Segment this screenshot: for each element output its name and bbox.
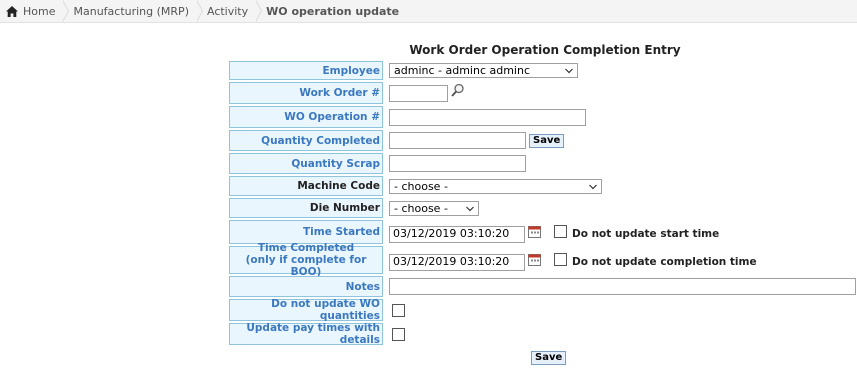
chevron-down-icon: [589, 184, 597, 189]
do-not-update-completion-checkbox[interactable]: [554, 253, 567, 266]
no-update-wo-qty-checkbox[interactable]: [392, 304, 405, 317]
update-pay-times-checkbox[interactable]: [392, 328, 405, 341]
time-completed-label-line1: Time Completed: [257, 242, 355, 254]
do-not-update-start-checkbox[interactable]: [554, 225, 567, 238]
save-button-inline[interactable]: Save: [529, 134, 565, 148]
wo-operation-input[interactable]: [389, 109, 586, 126]
die-number-select-value: - choose -: [394, 202, 448, 215]
chevron-down-icon: [466, 206, 474, 211]
employee-label: Employee: [229, 61, 383, 80]
breadcrumb: Home Manufacturing (MRP) Activity WO ope…: [0, 0, 857, 23]
breadcrumb-section[interactable]: Activity: [197, 0, 263, 22]
breadcrumb-module[interactable]: Manufacturing (MRP): [63, 0, 203, 22]
die-number-select[interactable]: - choose -: [389, 201, 479, 216]
time-completed-label-line2: (only if complete for BOO): [245, 254, 367, 278]
breadcrumb-home[interactable]: Home: [0, 0, 71, 22]
employee-select-value: adminc - adminc adminc: [394, 64, 531, 77]
quantity-scrap-label: Quantity Scrap: [229, 153, 383, 174]
chevron-down-icon: [565, 68, 573, 73]
work-order-label: Work Order #: [229, 82, 383, 104]
machine-code-select-value: - choose -: [394, 180, 448, 193]
breadcrumb-home-label: Home: [23, 4, 56, 18]
quantity-scrap-input[interactable]: [389, 155, 526, 172]
quantity-completed-input[interactable]: [389, 132, 526, 149]
notes-input[interactable]: [389, 278, 856, 295]
update-pay-times-label: Update pay times with details: [229, 322, 383, 346]
work-order-input[interactable]: [389, 85, 448, 102]
die-number-label: Die Number: [229, 198, 383, 218]
notes-label: Notes: [229, 276, 383, 297]
form-title: Work Order Operation Completion Entry: [409, 43, 681, 57]
quantity-completed-label: Quantity Completed: [229, 130, 383, 151]
time-started-input[interactable]: 03/12/2019 03:10:20: [389, 226, 525, 243]
machine-code-select[interactable]: - choose -: [389, 179, 602, 194]
breadcrumb-section-label: Activity: [206, 4, 249, 18]
machine-code-label: Machine Code: [229, 176, 383, 196]
calendar-icon[interactable]: [528, 253, 541, 266]
no-update-wo-qty-label: Do not update WO quantities: [229, 298, 383, 322]
breadcrumb-current-label: WO operation update: [266, 4, 400, 18]
time-started-label: Time Started: [229, 220, 383, 244]
breadcrumb-module-label: Manufacturing (MRP): [73, 4, 189, 18]
breadcrumb-current: WO operation update: [256, 0, 407, 22]
do-not-update-start-label: Do not update start time: [572, 228, 720, 240]
calendar-icon[interactable]: [528, 225, 541, 238]
employee-select[interactable]: adminc - adminc adminc: [389, 63, 578, 78]
search-icon[interactable]: [450, 83, 465, 98]
time-completed-input[interactable]: 03/12/2019 03:10:20: [389, 254, 525, 271]
wo-operation-label: WO Operation #: [229, 106, 383, 128]
home-icon: [6, 5, 18, 17]
time-completed-label: Time Completed (only if complete for BOO…: [229, 242, 383, 278]
do-not-update-completion-label: Do not update completion time: [572, 256, 757, 268]
save-button[interactable]: Save: [531, 351, 567, 365]
